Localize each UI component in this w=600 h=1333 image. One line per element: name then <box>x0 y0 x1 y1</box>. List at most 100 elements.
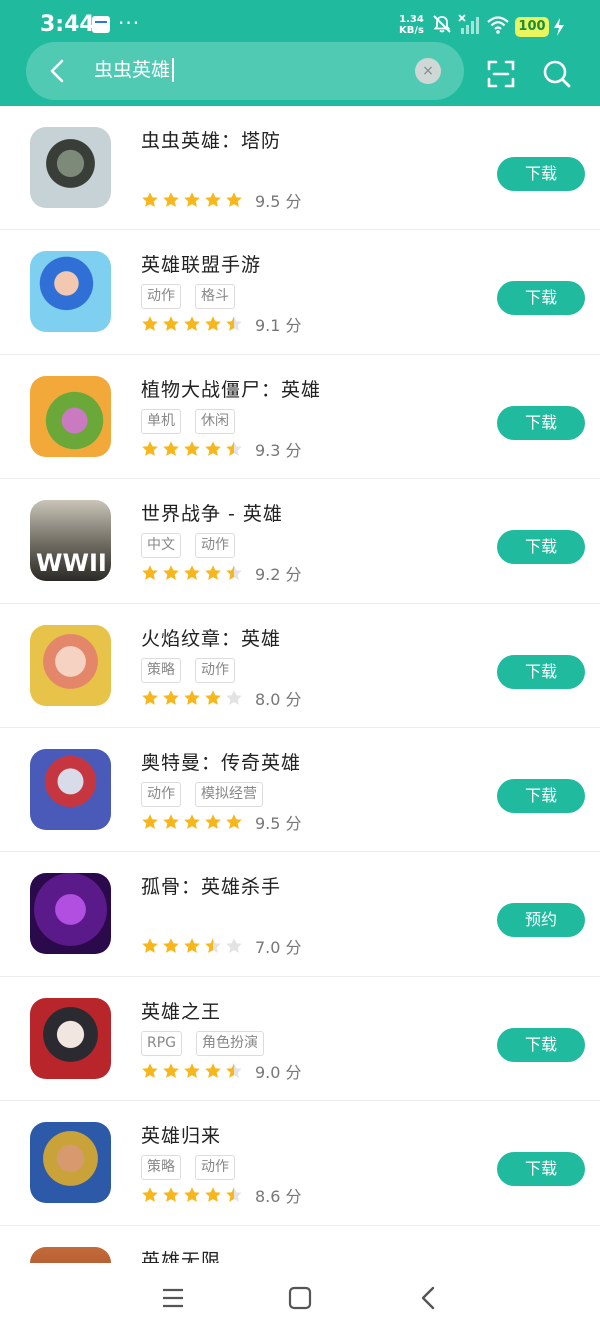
star-icon <box>226 565 242 581</box>
mute-bell-icon <box>433 15 451 33</box>
nav-back-icon[interactable] <box>416 1285 442 1311</box>
app-name[interactable]: 英雄之王 <box>141 997 221 1024</box>
download-button[interactable]: 下载 <box>497 530 585 565</box>
download-button[interactable]: 下载 <box>497 654 585 689</box>
app-icon[interactable] <box>30 1246 111 1263</box>
app-name[interactable]: 英雄归来 <box>141 1121 221 1148</box>
download-button[interactable]: 下载 <box>497 405 585 440</box>
star-icon <box>142 440 158 456</box>
rating: 9.5 分 <box>141 190 302 211</box>
star-icon <box>163 192 179 207</box>
clear-icon[interactable]: × <box>415 58 441 84</box>
category-tag: 动作 <box>195 533 235 559</box>
rating-score: 9.5 分 <box>255 813 302 833</box>
list-item[interactable]: 英雄联盟手游 动作 格斗 9.1 分 下载 <box>0 230 600 355</box>
download-button[interactable]: 下载 <box>497 281 585 316</box>
tag-list: 中文 动作 <box>141 533 235 559</box>
list-item[interactable]: 虫虫英雄：塔防 9.5 分 下载 <box>0 106 600 231</box>
star-icon <box>142 814 158 829</box>
app-icon[interactable] <box>30 127 111 208</box>
app-icon[interactable] <box>30 375 111 457</box>
star-icon <box>142 1187 158 1203</box>
category-tag: 休闲 <box>195 408 235 434</box>
wifi-icon <box>487 16 509 34</box>
star-icon <box>163 565 179 581</box>
app-name[interactable]: 火焰纹章：英雄 <box>141 624 281 651</box>
star-icon <box>142 938 158 954</box>
star-icon <box>205 316 221 332</box>
category-tag: RPG <box>141 1030 183 1056</box>
search-box[interactable]: 虫虫英雄 × <box>26 42 464 100</box>
scan-icon[interactable] <box>486 59 516 89</box>
category-tag: 格斗 <box>195 284 235 310</box>
list-item[interactable]: WWII 世界战争 - 英雄 中文 动作 9.2 分 下载 <box>0 479 600 604</box>
download-button[interactable]: 下载 <box>497 778 585 813</box>
list-item[interactable]: 火焰纹章：英雄 策略 动作 8.0 分 下载 <box>0 604 600 728</box>
category-tag: 动作 <box>141 781 181 807</box>
rating-score: 9.1 分 <box>255 316 302 336</box>
menu-icon[interactable] <box>160 1285 186 1311</box>
star-icon <box>163 689 179 705</box>
app-icon[interactable]: WWII <box>30 500 111 582</box>
app-name[interactable]: 奥特曼：传奇英雄 <box>141 748 301 775</box>
star-icon <box>205 565 221 581</box>
star-icon <box>142 1062 158 1078</box>
star-icon <box>226 316 242 332</box>
list-item[interactable]: 英雄无限 <box>0 1226 600 1263</box>
star-icon <box>226 1062 242 1078</box>
network-speed-unit: KB/s <box>399 25 424 36</box>
app-icon[interactable] <box>30 997 111 1079</box>
network-speed-value: 1.34 <box>399 14 424 25</box>
category-tag: 策略 <box>141 1155 181 1181</box>
download-button[interactable]: 下载 <box>497 1152 585 1187</box>
app-icon[interactable] <box>30 873 111 955</box>
rating: 8.0 分 <box>141 688 302 709</box>
category-tag: 策略 <box>141 657 181 683</box>
app-name[interactable]: 世界战争 - 英雄 <box>141 499 283 526</box>
list-item[interactable]: 英雄之王 RPG 角色扮演 9.0 分 下载 <box>0 977 600 1102</box>
notification-app-icon <box>92 16 110 33</box>
star-icon <box>163 1187 179 1203</box>
system-nav-bar <box>0 1263 600 1333</box>
star-icon <box>142 565 158 581</box>
rating: 8.6 分 <box>141 1185 302 1207</box>
more-notifications-icon: ··· <box>118 11 141 35</box>
star-icon <box>205 440 221 456</box>
star-icon <box>142 316 158 332</box>
search-icon[interactable] <box>542 59 572 89</box>
list-item[interactable]: 英雄归来 策略 动作 8.6 分 下载 <box>0 1101 600 1226</box>
tag-list: 动作 格斗 <box>141 284 235 310</box>
search-results-list[interactable]: 虫虫英雄：塔防 9.5 分下载 英雄联盟手游 动作 格斗 9.1 分下载 植物大战僵尸：英雄… <box>0 106 600 1263</box>
list-item[interactable]: 孤骨：英雄杀手 7.0 分 预约 <box>0 852 600 977</box>
star-icon <box>184 565 200 581</box>
app-name[interactable]: 植物大战僵尸：英雄 <box>141 375 321 402</box>
star-icon <box>226 192 242 207</box>
download-button[interactable]: 下载 <box>497 157 585 191</box>
app-icon[interactable] <box>30 1122 111 1204</box>
star-icon <box>163 316 179 332</box>
star-icon <box>184 1187 200 1203</box>
rating-score: 9.0 分 <box>255 1062 302 1082</box>
search-input[interactable]: 虫虫英雄 <box>94 58 175 82</box>
app-name[interactable]: 孤骨：英雄杀手 <box>141 872 281 899</box>
rating-score: 7.0 分 <box>255 938 302 958</box>
home-icon[interactable] <box>287 1285 313 1311</box>
app-name[interactable]: 虫虫英雄：塔防 <box>141 126 281 153</box>
app-icon[interactable] <box>30 251 111 333</box>
app-icon[interactable] <box>30 624 111 706</box>
app-icon[interactable] <box>30 748 111 830</box>
star-icon <box>163 814 179 829</box>
download-button[interactable]: 下载 <box>497 1027 585 1062</box>
reserve-button[interactable]: 预约 <box>497 903 585 938</box>
list-item[interactable]: 奥特曼：传奇英雄 动作 模拟经营 9.5 分 下载 <box>0 728 600 853</box>
star-icon <box>184 689 200 705</box>
app-name[interactable]: 英雄联盟手游 <box>141 250 261 277</box>
status-time: 3:44 <box>40 12 95 37</box>
back-arrow-icon[interactable] <box>44 57 72 85</box>
list-item[interactable]: 植物大战僵尸：英雄 单机 休闲 9.3 分 下载 <box>0 355 600 480</box>
rating-score: 9.5 分 <box>255 192 302 211</box>
top-bar: 3:44 ··· 1.34 KB/s 100 虫虫英雄 × <box>0 0 600 106</box>
charging-bolt-icon <box>554 18 564 36</box>
rating-score: 8.6 分 <box>255 1187 302 1207</box>
app-name[interactable]: 英雄无限 <box>141 1246 221 1263</box>
